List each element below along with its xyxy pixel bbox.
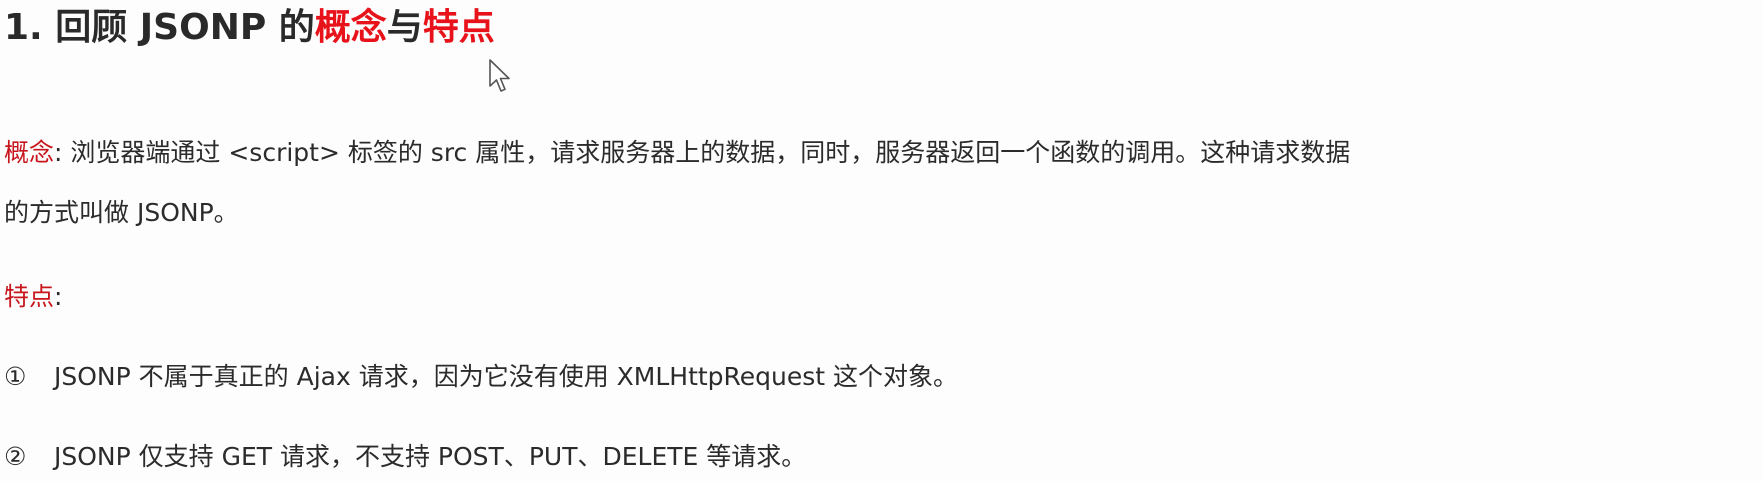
- features-label: 特点: [4, 282, 55, 311]
- list-item: ② JSONP 仅支持 GET 请求，不支持 POST、PUT、DELETE 等请…: [4, 440, 806, 474]
- features-heading: 特点:: [4, 280, 62, 314]
- page-title: 1. 回顾 JSONP 的概念与特点: [4, 4, 495, 52]
- concept-text-line-1: 浏览器端通过 <script> 标签的 src 属性，请求服务器上的数据，同时，…: [62, 138, 1351, 167]
- list-item-text: JSONP 不属于真正的 Ajax 请求，因为它没有使用 XMLHttpRequ…: [54, 362, 959, 391]
- concept-text-line-2: 的方式叫做 JSONP。: [4, 198, 239, 227]
- list-marker: ②: [4, 442, 27, 471]
- mouse-cursor-icon: [489, 59, 510, 92]
- list-item: ① JSONP 不属于真正的 Ajax 请求，因为它没有使用 XMLHttpReq…: [4, 360, 958, 394]
- concept-label: 概念: [4, 138, 55, 167]
- concept-paragraph-line-2: 的方式叫做 JSONP。: [4, 196, 239, 230]
- list-marker: ①: [4, 362, 27, 391]
- title-highlight-features: 特点: [422, 7, 495, 48]
- features-label-colon: :: [54, 282, 63, 311]
- concept-paragraph-line-1: 概念: 浏览器端通过 <script> 标签的 src 属性，请求服务器上的数据…: [4, 136, 1350, 170]
- title-prefix: 1. 回顾 JSONP 的: [4, 7, 315, 48]
- list-item-text: JSONP 仅支持 GET 请求，不支持 POST、PUT、DELETE 等请求…: [54, 442, 807, 471]
- title-highlight-concept: 概念: [314, 7, 387, 48]
- title-connector: 与: [386, 7, 423, 48]
